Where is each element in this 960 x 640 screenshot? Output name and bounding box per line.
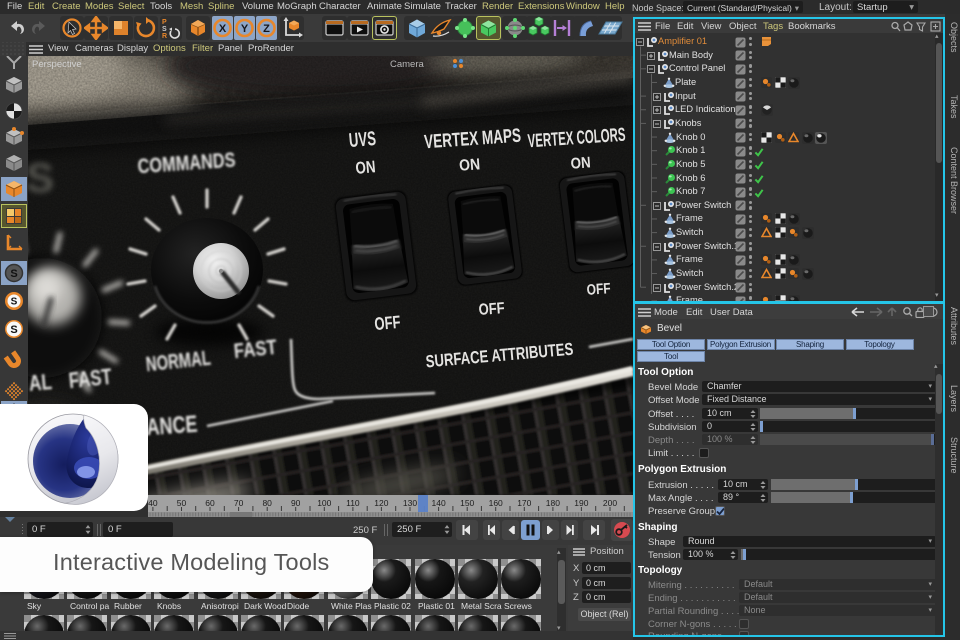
svg-text:S: S <box>26 154 54 201</box>
svg-text:S: S <box>162 26 167 33</box>
svg-text:140: 140 <box>432 498 446 508</box>
svg-text:Perspective: Perspective <box>32 59 82 70</box>
svg-text:200: 200 <box>603 498 617 508</box>
svg-text:130: 130 <box>403 498 417 508</box>
svg-text:X: X <box>219 23 227 35</box>
svg-text:AL: AL <box>28 369 53 396</box>
svg-text:180: 180 <box>546 498 560 508</box>
svg-text:OFF: OFF <box>478 300 505 319</box>
svg-text:110: 110 <box>346 498 360 508</box>
svg-text:100: 100 <box>317 498 331 508</box>
svg-text:ON: ON <box>355 157 377 178</box>
svg-text:S: S <box>11 297 18 308</box>
svg-text:FAST: FAST <box>233 336 278 363</box>
svg-text:170: 170 <box>517 498 531 508</box>
svg-text:Camera: Camera <box>390 59 425 70</box>
svg-text:P: P <box>162 19 167 26</box>
svg-text:150: 150 <box>460 498 474 508</box>
svg-text:OFF: OFF <box>586 280 611 299</box>
svg-text:Y: Y <box>241 23 249 35</box>
svg-text:UVS: UVS <box>348 128 377 152</box>
svg-text:80: 80 <box>262 498 272 508</box>
svg-text:ON: ON <box>459 156 481 174</box>
svg-text:70: 70 <box>234 498 244 508</box>
svg-text:ON: ON <box>570 154 591 172</box>
svg-text:90: 90 <box>291 498 301 508</box>
svg-text:50: 50 <box>177 498 187 508</box>
svg-text:S: S <box>10 324 17 336</box>
svg-text:160: 160 <box>489 498 503 508</box>
svg-text:120: 120 <box>374 498 388 508</box>
svg-text:60: 60 <box>205 498 215 508</box>
svg-text:190: 190 <box>574 498 588 508</box>
svg-text:S: S <box>10 268 17 280</box>
svg-text:FAST: FAST <box>68 364 114 393</box>
svg-text:40: 40 <box>148 498 158 508</box>
svg-text:R: R <box>162 33 167 40</box>
svg-text:OFF: OFF <box>374 312 402 334</box>
svg-text:Z: Z <box>263 23 270 35</box>
